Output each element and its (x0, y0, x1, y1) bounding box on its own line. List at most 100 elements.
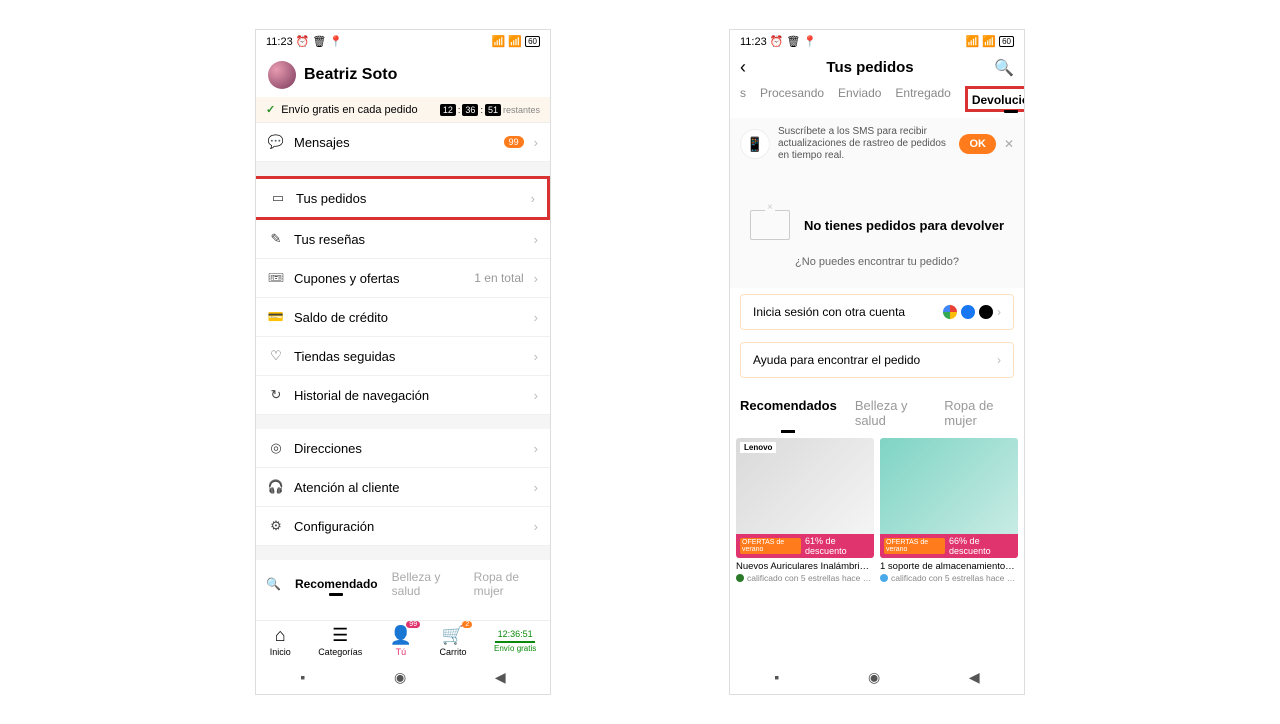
empty-state: No tienes pedidos para devolver ¿No pued… (730, 170, 1024, 288)
tab-enviado[interactable]: Enviado (838, 86, 881, 112)
signal-icon: 📶 (492, 35, 506, 48)
free-shipping-banner[interactable]: ✓ Envío gratis en cada pedido 12: 36: 51… (256, 97, 550, 123)
battery-icon: 60 (999, 36, 1014, 47)
menu-pedidos[interactable]: ▭ Tus pedidos › (256, 176, 550, 220)
page-header: ‹ Tus pedidos 🔍 (730, 53, 1024, 82)
order-tabs: s Procesando Enviado Entregado Devolucio… (730, 82, 1024, 118)
product-grid: Lenovo OFERTAS de verano61% de descuento… (730, 434, 1024, 587)
chevron-right-icon: › (534, 388, 538, 403)
phone-right: 11:23⏰🗑📍 📶📶60 ‹ Tus pedidos 🔍 s Procesan… (730, 30, 1024, 694)
help-find-order[interactable]: Ayuda para encontrar el pedido › (740, 342, 1014, 378)
chevron-right-icon: › (534, 310, 538, 325)
coupon-icon: 🎟 (268, 270, 284, 286)
sms-banner: 📱 Suscríbete a los SMS para recibir actu… (730, 118, 1024, 170)
recent-icon[interactable]: ▪ (300, 669, 305, 686)
recent-icon[interactable]: ▪ (774, 669, 779, 686)
recommendation-tabs: 🔍 Recomendado Belleza y salud Ropa de mu… (256, 560, 550, 602)
page-title: Tus pedidos (826, 59, 913, 76)
categories-icon: ☰ (332, 625, 348, 646)
empty-box-icon (750, 210, 790, 240)
discount-strip: OFERTAS de verano61% de descuento (736, 534, 874, 558)
signal-icon: 📶 (966, 35, 980, 48)
tab-procesando[interactable]: Procesando (760, 86, 824, 112)
menu-direcciones[interactable]: ◎ Direcciones › (256, 429, 550, 468)
menu-resenas[interactable]: ✎ Tus reseñas › (256, 220, 550, 259)
menu-historial[interactable]: ↻ Historial de navegación › (256, 376, 550, 415)
back-icon[interactable]: ‹ (740, 57, 746, 78)
tab-belleza[interactable]: Belleza y salud (392, 570, 460, 598)
user-icon: 👤99 (390, 625, 412, 646)
avatar[interactable] (268, 61, 296, 89)
home-circle-icon[interactable]: ◉ (868, 669, 880, 686)
menu-saldo[interactable]: 💳 Saldo de crédito › (256, 298, 550, 337)
nav-carrito[interactable]: 🛒2Carrito (440, 625, 467, 657)
menu-atencion[interactable]: 🎧 Atención al cliente › (256, 468, 550, 507)
product-card[interactable]: Lenovo OFERTAS de verano61% de descuento… (736, 438, 874, 583)
countdown: 12: 36: 51 restantes (440, 104, 540, 116)
chevron-right-icon: › (534, 135, 538, 150)
chevron-right-icon: › (534, 480, 538, 495)
sms-text: Suscríbete a los SMS para recibir actual… (778, 126, 951, 162)
chevron-right-icon: › (534, 232, 538, 247)
tab-recomendados[interactable]: Recomendados (740, 398, 837, 428)
tab-entregado[interactable]: Entregado (895, 86, 950, 112)
wifi-icon: 📶 (508, 35, 522, 48)
tab-devoluciones[interactable]: Devoluciones (965, 86, 1024, 112)
profile-name: Beatriz Soto (304, 66, 397, 84)
back-triangle-icon[interactable]: ◀ (969, 669, 980, 686)
apple-icon (979, 305, 993, 319)
tab-ropa[interactable]: Ropa de mujer (944, 398, 1014, 428)
menu-cupones[interactable]: 🎟 Cupones y ofertas 1 en total › (256, 259, 550, 298)
location-icon: 📍 (803, 35, 817, 48)
trash-icon: 🗑 (312, 35, 326, 48)
wifi-icon: 📶 (982, 35, 996, 48)
location-icon: ◎ (268, 440, 284, 456)
bottom-nav: ⌂Inicio ☰Categorías 👤99Tú 🛒2Carrito 12:3… (256, 620, 550, 661)
support-icon: 🎧 (268, 479, 284, 495)
banner-text: Envío gratis en cada pedido (281, 104, 417, 116)
location-icon: 📍 (329, 35, 343, 48)
chevron-right-icon: › (534, 271, 538, 286)
chevron-right-icon: › (997, 305, 1001, 319)
battery-icon: 60 (525, 36, 540, 47)
system-nav: ▪ ◉ ◀ (730, 661, 1024, 694)
nav-tu[interactable]: 👤99Tú (390, 625, 412, 657)
menu-mensajes[interactable]: 💬 Mensajes 99 › (256, 123, 550, 162)
tab-belleza[interactable]: Belleza y salud (855, 398, 926, 428)
brand-label: Lenovo (740, 442, 776, 453)
product-title: 1 soporte de almacenamiento… (880, 561, 1018, 572)
phone-left: 11:23⏰🗑📍 📶📶60 Beatriz Soto ✓ Envío grati… (256, 30, 550, 694)
nav-envio[interactable]: 12:36:51Envío gratis (494, 629, 536, 653)
product-meta: calificado con 5 estrellas hace … (736, 573, 874, 583)
product-title: Nuevos Auriculares Inalámbri… (736, 561, 874, 572)
menu-configuracion[interactable]: ⚙ Configuración › (256, 507, 550, 546)
chevron-right-icon: › (534, 441, 538, 456)
tab-ropa[interactable]: Ropa de mujer (474, 570, 540, 598)
nav-inicio[interactable]: ⌂Inicio (270, 625, 291, 657)
back-triangle-icon[interactable]: ◀ (495, 669, 506, 686)
login-other-account[interactable]: Inicia sesión con otra cuenta › (740, 294, 1014, 330)
order-icon: ▭ (270, 190, 286, 206)
profile-header[interactable]: Beatriz Soto (256, 53, 550, 97)
status-time: 11:23 (266, 36, 293, 48)
status-bar: 11:23⏰🗑📍 📶📶60 (256, 30, 550, 53)
chevron-right-icon: › (531, 191, 535, 206)
ok-button[interactable]: OK (959, 134, 996, 154)
tab-recomendado[interactable]: Recomendado (295, 577, 378, 591)
check-icon: ✓ (266, 103, 275, 116)
chevron-right-icon: › (534, 349, 538, 364)
search-icon[interactable]: 🔍 (266, 577, 281, 591)
menu-tiendas[interactable]: ♡ Tiendas seguidas › (256, 337, 550, 376)
discount-strip: OFERTAS de verano66% de descuento (880, 534, 1018, 558)
gear-icon: ⚙ (268, 518, 284, 534)
empty-title: No tienes pedidos para devolver (804, 218, 1004, 233)
system-nav: ▪ ◉ ◀ (256, 661, 550, 694)
search-icon[interactable]: 🔍 (994, 58, 1014, 78)
tab-partial[interactable]: s (740, 86, 746, 112)
close-icon[interactable]: ✕ (1004, 137, 1014, 151)
home-circle-icon[interactable]: ◉ (394, 669, 406, 686)
nav-categorias[interactable]: ☰Categorías (318, 625, 362, 657)
product-card[interactable]: OFERTAS de verano66% de descuento 1 sopo… (880, 438, 1018, 583)
facebook-icon (961, 305, 975, 319)
phone-sms-icon: 📱 (740, 129, 770, 159)
